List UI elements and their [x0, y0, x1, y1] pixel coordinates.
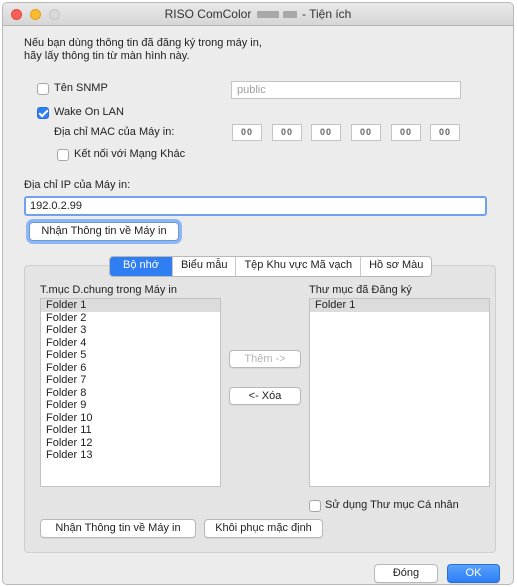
list-item[interactable]: Folder 13	[41, 449, 220, 462]
close-button[interactable]: Đóng	[374, 564, 438, 583]
delete-folder-button[interactable]: <- Xóa	[229, 387, 301, 405]
tab-barcode-area-file[interactable]: Tệp Khu vực Mã vạch	[235, 257, 360, 276]
mac-octet-input[interactable]: 00	[351, 124, 381, 141]
list-item[interactable]: Folder 3	[41, 324, 220, 337]
mac-octet-input[interactable]: 00	[430, 124, 460, 141]
list-item[interactable]: Folder 8	[41, 387, 220, 400]
ok-button[interactable]: OK	[447, 564, 500, 583]
mac-octet-input[interactable]: 00	[232, 124, 262, 141]
mac-octet-input[interactable]: 00	[272, 124, 302, 141]
window-title-suffix: - Tiện ích	[302, 7, 352, 21]
list-item[interactable]: Folder 4	[41, 337, 220, 350]
personal-folder-label: Sử dụng Thư mục Cá nhân	[325, 499, 459, 511]
snmp-name-input[interactable]: public	[231, 81, 461, 99]
list-item[interactable]: Folder 2	[41, 312, 220, 325]
redacted-model-block	[256, 11, 279, 19]
utility-window: RISO ComColor - Tiện ích Nếu bạn dùng th…	[2, 2, 514, 585]
tab-color-profile[interactable]: Hồ sơ Màu	[360, 257, 431, 276]
other-network-label: Kết nối với Mạng Khác	[74, 148, 186, 160]
wake-on-lan-label: Wake On LAN	[54, 106, 124, 118]
list-item[interactable]: Folder 5	[41, 349, 220, 362]
list-item[interactable]: Folder 9	[41, 399, 220, 412]
other-network-checkbox[interactable]	[57, 149, 69, 161]
registered-folders-label: Thư mục đã Đăng ký	[309, 284, 412, 296]
window-title: RISO ComColor - Tiện ích	[3, 7, 513, 21]
list-item[interactable]: Folder 11	[41, 424, 220, 437]
shared-folders-list[interactable]: Folder 1 Folder 2 Folder 3 Folder 4 Fold…	[40, 298, 221, 487]
intro-text-line2: hãy lấy thông tin từ màn hình này.	[24, 50, 190, 62]
redacted-model-block	[282, 11, 297, 19]
tab-bar: Bộ nhớ Biểu mẫu Tệp Khu vực Mã vạch Hồ s…	[109, 256, 433, 277]
mac-address-label: Địa chỉ MAC của Máy in:	[54, 126, 175, 138]
title-bar: RISO ComColor - Tiện ích	[3, 3, 513, 26]
intro-text-line1: Nếu bạn dùng thông tin đã đăng ký trong …	[24, 37, 262, 49]
mac-octet-input[interactable]: 00	[311, 124, 341, 141]
mac-octet-input[interactable]: 00	[391, 124, 421, 141]
ip-address-label: Địa chỉ IP của Máy in:	[24, 179, 131, 191]
list-item[interactable]: Folder 1	[310, 299, 489, 312]
registered-folders-list[interactable]: Folder 1	[309, 298, 490, 487]
list-item[interactable]: Folder 6	[41, 362, 220, 375]
wake-on-lan-checkbox[interactable]	[37, 107, 49, 119]
get-printer-info-button[interactable]: Nhận Thông tin về Máy in	[29, 222, 179, 241]
list-item[interactable]: Folder 1	[41, 299, 220, 312]
panel-get-printer-info-button[interactable]: Nhận Thông tin về Máy in	[40, 519, 196, 538]
personal-folder-checkbox[interactable]	[309, 500, 321, 512]
window-title-prefix: RISO ComColor	[164, 7, 252, 21]
snmp-label: Tên SNMP	[54, 82, 108, 94]
add-folder-button[interactable]: Thêm ->	[229, 350, 301, 368]
list-item[interactable]: Folder 10	[41, 412, 220, 425]
restore-default-button[interactable]: Khôi phục mặc định	[204, 519, 323, 538]
ip-address-input[interactable]: 192.0.2.99	[24, 196, 487, 216]
tab-memory[interactable]: Bộ nhớ	[110, 257, 172, 276]
list-item[interactable]: Folder 7	[41, 374, 220, 387]
tab-forms[interactable]: Biểu mẫu	[171, 257, 235, 276]
shared-folders-label: T.mục D.chung trong Máy in	[40, 284, 177, 296]
snmp-checkbox[interactable]	[37, 83, 49, 95]
list-item[interactable]: Folder 12	[41, 437, 220, 450]
